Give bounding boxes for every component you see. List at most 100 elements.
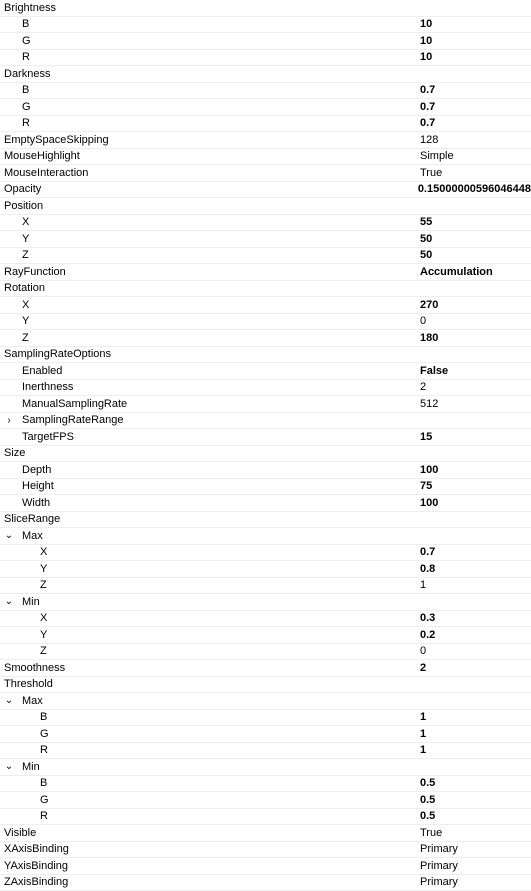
property-value[interactable]: 55 xyxy=(420,216,531,228)
property-value[interactable]: 0.7 xyxy=(420,546,531,558)
property-value[interactable]: 128 xyxy=(420,134,531,146)
property-value[interactable]: 10 xyxy=(420,51,531,63)
property-value[interactable]: Primary xyxy=(420,876,531,888)
property-value[interactable]: True xyxy=(420,827,531,839)
property-value[interactable]: 0.5 xyxy=(420,777,531,789)
property-value[interactable]: 0.5 xyxy=(420,810,531,822)
chevron-right-icon[interactable]: › xyxy=(2,415,16,426)
property-row[interactable]: Size xyxy=(0,446,531,463)
property-value[interactable]: 10 xyxy=(420,35,531,47)
property-value[interactable]: 100 xyxy=(420,464,531,476)
property-value[interactable]: 15 xyxy=(420,431,531,443)
property-row[interactable]: Rotation xyxy=(0,281,531,298)
property-row[interactable]: R0.5 xyxy=(0,809,531,826)
property-row[interactable]: EmptySpaceSkipping128 xyxy=(0,132,531,149)
property-value[interactable]: 1 xyxy=(420,579,531,591)
property-row[interactable]: G0.7 xyxy=(0,99,531,116)
property-value[interactable]: Accumulation xyxy=(420,266,531,278)
property-row[interactable]: ⌄Max xyxy=(0,528,531,545)
property-value[interactable]: 0.2 xyxy=(420,629,531,641)
property-row[interactable]: X270 xyxy=(0,297,531,314)
property-row[interactable]: G1 xyxy=(0,726,531,743)
property-row[interactable]: Position xyxy=(0,198,531,215)
property-value[interactable]: 0 xyxy=(420,315,531,327)
property-row[interactable]: Y50 xyxy=(0,231,531,248)
property-row[interactable]: Z50 xyxy=(0,248,531,265)
property-row[interactable]: Y0.2 xyxy=(0,627,531,644)
property-row[interactable]: VisibleTrue xyxy=(0,825,531,842)
property-row[interactable]: ManualSamplingRate512 xyxy=(0,396,531,413)
property-row[interactable]: RayFunctionAccumulation xyxy=(0,264,531,281)
property-row[interactable]: B0.7 xyxy=(0,83,531,100)
chevron-down-icon[interactable]: ⌄ xyxy=(2,596,16,607)
property-row[interactable]: ZAxisBindingPrimary xyxy=(0,875,531,891)
property-row[interactable]: MouseHighlightSimple xyxy=(0,149,531,166)
property-row[interactable]: EnabledFalse xyxy=(0,363,531,380)
property-row[interactable]: G10 xyxy=(0,33,531,50)
property-value[interactable]: 2 xyxy=(420,662,531,674)
property-row[interactable]: ⌄Min xyxy=(0,594,531,611)
property-value[interactable]: 0.7 xyxy=(420,84,531,96)
property-row[interactable]: MouseInteractionTrue xyxy=(0,165,531,182)
property-value[interactable]: 50 xyxy=(420,233,531,245)
property-row[interactable]: Y0.8 xyxy=(0,561,531,578)
property-value[interactable]: Primary xyxy=(420,860,531,872)
property-row[interactable]: XAxisBindingPrimary xyxy=(0,842,531,859)
property-row[interactable]: Width100 xyxy=(0,495,531,512)
property-value[interactable]: Primary xyxy=(420,843,531,855)
property-value[interactable]: 2 xyxy=(420,381,531,393)
property-row[interactable]: Brightness xyxy=(0,0,531,17)
property-value[interactable]: False xyxy=(420,365,531,377)
property-row[interactable]: R10 xyxy=(0,50,531,67)
property-value[interactable]: 10 xyxy=(420,18,531,30)
property-value[interactable]: 75 xyxy=(420,480,531,492)
property-row[interactable]: X55 xyxy=(0,215,531,232)
chevron-down-icon[interactable]: ⌄ xyxy=(2,761,16,772)
property-value[interactable]: True xyxy=(420,167,531,179)
chevron-down-icon[interactable]: ⌄ xyxy=(2,530,16,541)
property-value[interactable]: 270 xyxy=(420,299,531,311)
property-row[interactable]: G0.5 xyxy=(0,792,531,809)
property-value[interactable]: 1 xyxy=(420,744,531,756)
property-row[interactable]: ⌄Min xyxy=(0,759,531,776)
property-value[interactable]: 0.7 xyxy=(420,101,531,113)
property-row[interactable]: SliceRange xyxy=(0,512,531,529)
property-value[interactable]: 0.8 xyxy=(420,563,531,575)
property-row[interactable]: ⌄Max xyxy=(0,693,531,710)
property-row[interactable]: X0.3 xyxy=(0,611,531,628)
property-row[interactable]: X0.7 xyxy=(0,545,531,562)
property-row[interactable]: B1 xyxy=(0,710,531,727)
property-row[interactable]: YAxisBindingPrimary xyxy=(0,858,531,875)
property-row[interactable]: Y0 xyxy=(0,314,531,331)
property-row[interactable]: B0.5 xyxy=(0,776,531,793)
property-value[interactable]: 1 xyxy=(420,728,531,740)
property-value[interactable]: Simple xyxy=(420,150,531,162)
property-row[interactable]: Darkness xyxy=(0,66,531,83)
property-value[interactable]: 180 xyxy=(420,332,531,344)
property-row[interactable]: Threshold xyxy=(0,677,531,694)
property-row[interactable]: Z180 xyxy=(0,330,531,347)
property-row[interactable]: Height75 xyxy=(0,479,531,496)
property-row[interactable]: Z1 xyxy=(0,578,531,595)
property-row[interactable]: Smoothness2 xyxy=(0,660,531,677)
chevron-down-icon[interactable]: ⌄ xyxy=(2,695,16,706)
property-row[interactable]: R0.7 xyxy=(0,116,531,133)
property-row[interactable]: B10 xyxy=(0,17,531,34)
property-row[interactable]: Z0 xyxy=(0,644,531,661)
property-value[interactable]: 1 xyxy=(420,711,531,723)
property-row[interactable]: Inerthness2 xyxy=(0,380,531,397)
property-value[interactable]: 0.3 xyxy=(420,612,531,624)
property-row[interactable]: Opacity0.15000000596046448 xyxy=(0,182,531,199)
property-value[interactable]: 0 xyxy=(420,645,531,657)
property-row[interactable]: ›SamplingRateRange xyxy=(0,413,531,430)
property-value[interactable]: 512 xyxy=(420,398,531,410)
property-row[interactable]: SamplingRateOptions xyxy=(0,347,531,364)
property-row[interactable]: Depth100 xyxy=(0,462,531,479)
property-value[interactable]: 50 xyxy=(420,249,531,261)
property-value[interactable]: 0.15000000596046448 xyxy=(418,183,531,195)
property-value[interactable]: 0.5 xyxy=(420,794,531,806)
property-row[interactable]: R1 xyxy=(0,743,531,760)
property-value[interactable]: 0.7 xyxy=(420,117,531,129)
property-row[interactable]: TargetFPS15 xyxy=(0,429,531,446)
property-value[interactable]: 100 xyxy=(420,497,531,509)
